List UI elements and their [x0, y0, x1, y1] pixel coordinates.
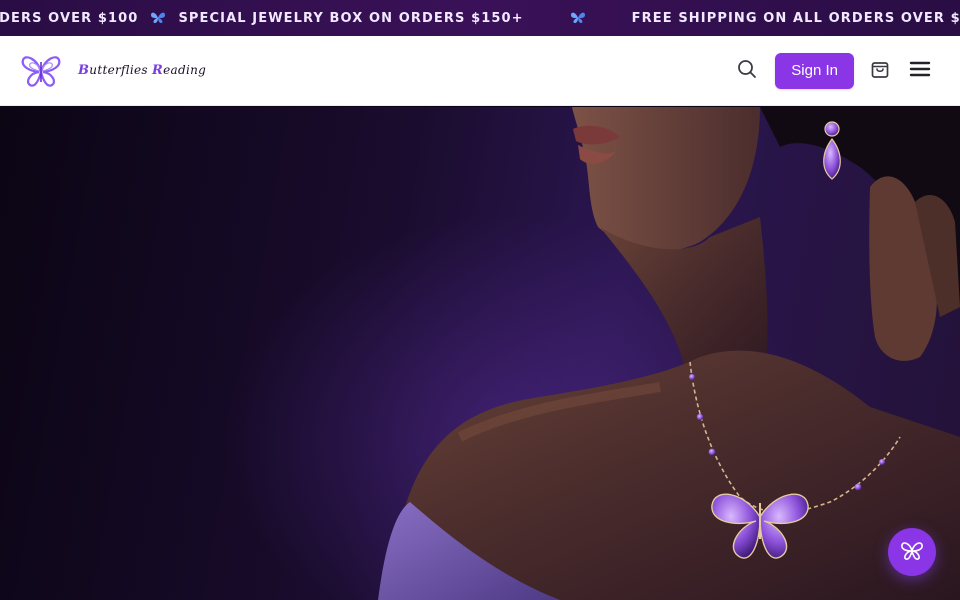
butterfly-icon	[524, 0, 632, 36]
announcement-text: SPECIAL JEWELRY BOX ON ORDERS $150+	[178, 10, 524, 26]
chat-launcher-button[interactable]	[888, 528, 936, 576]
announcement-text: FREE SHIPPING ON ALL ORDERS OVER $100	[631, 10, 960, 26]
menu-button[interactable]	[900, 51, 940, 91]
cart-button[interactable]	[860, 51, 900, 91]
hero-model-image	[378, 107, 960, 600]
announcement-bar: RDERS OVER $100 SPECIAL JEWELRY BOX ON O…	[0, 0, 960, 36]
brand-name: Butterflies Reading	[78, 63, 207, 78]
brand-link[interactable]: Butterflies Reading	[20, 52, 206, 90]
butterfly-logo-icon	[20, 52, 62, 90]
announcement-track: RDERS OVER $100 SPECIAL JEWELRY BOX ON O…	[0, 0, 960, 36]
hero-banner	[0, 107, 960, 600]
butterfly-icon	[138, 0, 178, 36]
sign-in-button[interactable]: Sign In	[775, 52, 854, 89]
shopping-bag-icon	[870, 59, 890, 82]
site-header: Butterflies Reading Sign In	[0, 36, 960, 106]
search-icon	[737, 59, 757, 82]
hamburger-menu-icon	[909, 60, 931, 81]
search-button[interactable]	[727, 51, 767, 91]
header-actions: Sign In	[727, 51, 940, 91]
butterfly-icon	[900, 540, 924, 565]
announcement-text: RDERS OVER $100	[0, 10, 139, 26]
